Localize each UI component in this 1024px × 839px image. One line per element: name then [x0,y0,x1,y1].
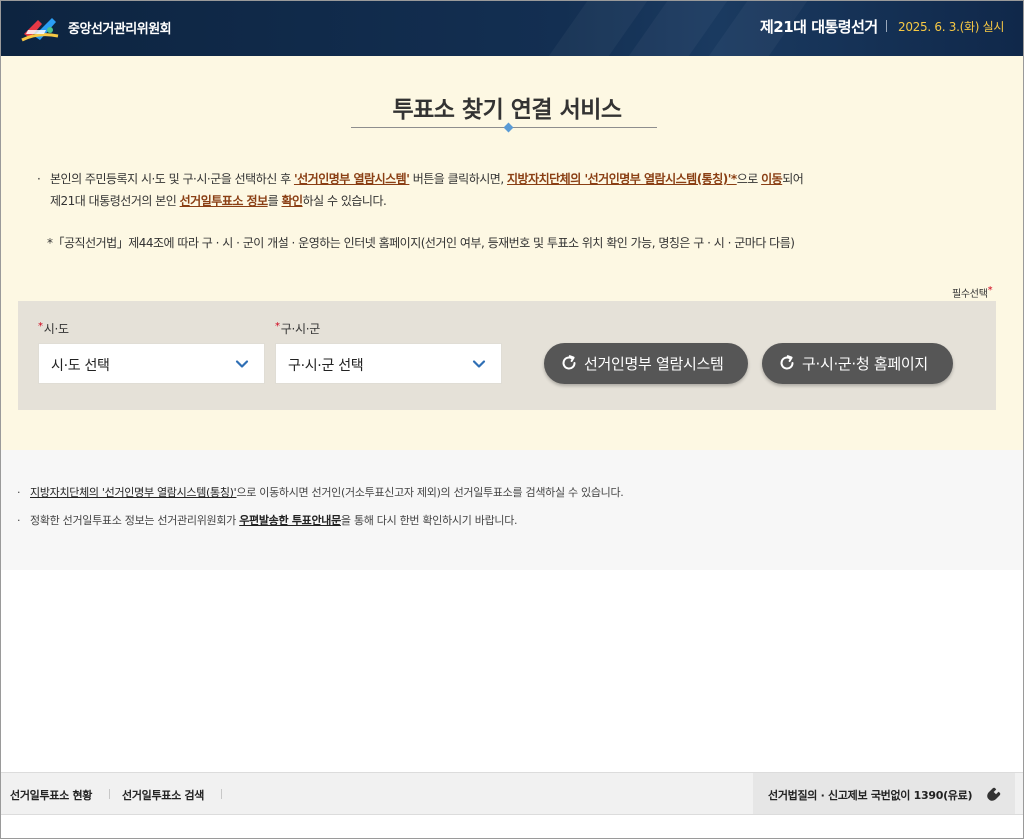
site-footer: 선거일투표소 현황 선거일투표소 검색 선거법질의 · 신고제보 국번없이 13… [1,772,1023,814]
guide-letter-highlight: 우편발송한 투표안내문 [239,514,341,527]
hotline-text: 선거법질의 · 신고제보 국번없이 1390(유료) [768,789,973,802]
sido-label-text: 시·도 [43,322,69,336]
desc-text: 를 [267,194,282,208]
desc-text: 되어 [782,172,804,186]
footer-bottom-bar [1,814,1023,838]
highlight-confirm: 확인 [281,194,303,208]
polling-search-link[interactable]: 선거일투표소 검색 [122,787,204,803]
gusi-select-value: 구·시·군 선택 [288,358,364,374]
highlight-move: 이동 [761,172,783,186]
sido-label: *시·도 [38,320,69,337]
header-divider [886,20,887,32]
bullet: · [17,514,21,527]
election-title: 제21대 대통령선거 [760,18,878,36]
main-section: 투표소 찾기 연결 서비스 · 본인의 주민등록지 시·도 및 구·시·군을 선택… [1,56,1023,450]
local-system-link[interactable]: 지방자치단체의 '선거인명부 열람시스템(통칭)' [30,486,237,499]
desc-text: 제21대 대통령선거의 본인 [50,194,180,208]
election-date: 2025. 6. 3.(화) 실시 [898,20,1005,34]
hotline-box: 선거법질의 · 신고제보 국번없이 1390(유료) [753,773,1015,814]
phone-icon [987,787,1001,801]
required-star: * [275,321,280,332]
chevron-down-icon [472,360,486,368]
sido-select-value: 시·도 선택 [51,358,110,374]
note-item: · 정확한 선거일투표소 정보는 선거관리위원회가 우편발송한 투표안내문을 통해… [17,512,518,528]
title-diamond-icon [503,122,514,133]
bullet: · [17,486,21,499]
refresh-icon [562,355,576,370]
footer-divider [109,789,110,799]
footer-divider [221,789,222,799]
gusi-homepage-button-label: 구·시·군·청 홈페이지 [802,355,928,373]
required-star: * [38,321,43,332]
refresh-icon [780,355,794,370]
highlight-polling-info: 선거일투표소 정보 [179,194,269,208]
required-note-label: 필수선택 [952,289,988,300]
note-text: 정확한 선거일투표소 정보는 선거관리위원회가 [30,514,240,527]
desc-text: 버튼을 클릭하시면, [409,172,507,186]
sido-select[interactable]: 시·도 선택 [38,343,265,384]
register-system-button-label: 선거인명부 열람시스템 [584,355,724,373]
gusi-select[interactable]: 구·시·군 선택 [275,343,502,384]
gusi-label-text: 구·시·군 [280,322,321,336]
note-text: 으로 이동하시면 선거인(거소투표신고자 제외)의 선거일투표소를 검색하실 수… [236,486,624,499]
description-line-1: · 본인의 주민등록지 시·도 및 구·시·군을 선택하신 후 '선거인명부 열람… [37,170,804,187]
note-text: 을 통해 다시 한번 확인하시기 바랍니다. [340,514,518,527]
page-title: 투표소 찾기 연결 서비스 [392,97,622,123]
polling-status-link[interactable]: 선거일투표소 현황 [10,787,92,803]
desc-text: 으로 [736,172,762,186]
desc-text: 하실 수 있습니다. [302,194,387,208]
required-star: * [987,285,993,296]
note-item: · 지방자치단체의 '선거인명부 열람시스템(통칭)'으로 이동하시면 선거인(거… [17,484,624,500]
org-name[interactable]: 중앙선거관리위원회 [68,18,172,37]
description-line-2: 제21대 대통령선거의 본인 선거일투표소 정보를 확인하실 수 있습니다. [50,192,387,209]
election-logo-icon[interactable] [18,10,62,46]
footnote: *「공직선거법」제44조에 따라 구 · 시 · 군이 개설 · 운영하는 인터… [47,236,795,250]
region-select-panel: *시·도 *구·시·군 시·도 선택 구·시·군 선택 선거인명부 열람시스템 [18,301,996,410]
highlight-register-system: '선거인명부 열람시스템' [293,172,410,186]
gusi-homepage-button[interactable]: 구·시·군·청 홈페이지 [762,343,953,384]
highlight-local-system: 지방자치단체의 '선거인명부 열람시스템(통칭)'* [506,172,737,186]
site-header: 중앙선거관리위원회 제21대 대통령선거 2025. 6. 3.(화) 실시 [0,0,1024,56]
required-note: 필수선택* [952,285,993,300]
notes-section: · 지방자치단체의 '선거인명부 열람시스템(통칭)'으로 이동하시면 선거인(거… [1,450,1023,570]
register-system-button[interactable]: 선거인명부 열람시스템 [544,343,748,384]
bullet: · [37,172,41,186]
chevron-down-icon [235,360,249,368]
desc-text: 본인의 주민등록지 시·도 및 구·시·군을 선택하신 후 [50,172,294,186]
gusi-label: *구·시·군 [275,320,320,337]
